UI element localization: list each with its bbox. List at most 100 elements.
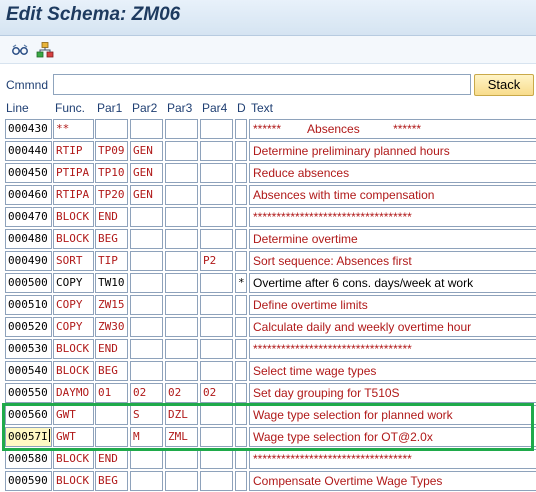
line-cell[interactable]: 000540 <box>5 361 52 381</box>
par4-cell[interactable] <box>200 449 233 469</box>
d-cell[interactable] <box>235 339 247 359</box>
par1-cell[interactable]: 01 <box>95 383 128 403</box>
d-cell[interactable] <box>235 251 247 271</box>
par1-cell[interactable]: BEG <box>95 471 128 491</box>
par2-cell[interactable] <box>130 251 163 271</box>
par3-cell[interactable] <box>165 361 198 381</box>
func-cell[interactable]: BLOCK <box>53 449 94 469</box>
par4-cell[interactable] <box>200 295 233 315</box>
par4-cell[interactable] <box>200 317 233 337</box>
par1-cell[interactable]: ZW15 <box>95 295 128 315</box>
par4-cell[interactable] <box>200 185 233 205</box>
par1-cell[interactable] <box>95 427 128 447</box>
par3-cell[interactable] <box>165 317 198 337</box>
text-cell[interactable]: Wage type selection for planned work <box>249 405 536 425</box>
par4-cell[interactable]: P2 <box>200 251 233 271</box>
text-cell[interactable]: Determine preliminary planned hours <box>249 141 536 161</box>
d-cell[interactable] <box>235 405 247 425</box>
func-cell[interactable]: COPY <box>53 317 94 337</box>
line-cell[interactable]: 000440 <box>5 141 52 161</box>
stack-button[interactable]: Stack <box>474 74 534 96</box>
par2-cell[interactable] <box>130 449 163 469</box>
par2-cell[interactable] <box>130 339 163 359</box>
par4-cell[interactable] <box>200 207 233 227</box>
par3-cell[interactable] <box>165 339 198 359</box>
par4-cell[interactable] <box>200 427 233 447</box>
text-cell[interactable]: Overtime after 6 cons. days/week at work <box>249 273 536 293</box>
par1-cell[interactable]: TW10 <box>95 273 128 293</box>
line-cell[interactable]: 000520 <box>5 317 52 337</box>
par1-cell[interactable]: TP20 <box>95 185 128 205</box>
par1-cell[interactable]: TP10 <box>95 163 128 183</box>
func-cell[interactable]: DAYMO <box>53 383 94 403</box>
text-cell[interactable]: Select time wage types <box>249 361 536 381</box>
text-cell[interactable]: ****** Absences ****** <box>249 119 536 139</box>
hierarchy-structure-icon[interactable] <box>36 41 54 59</box>
par1-cell[interactable]: END <box>95 207 128 227</box>
glasses-display-icon[interactable] <box>11 41 29 59</box>
par1-cell[interactable]: TIP <box>95 251 128 271</box>
par1-cell[interactable]: TP09 <box>95 141 128 161</box>
line-cell-current[interactable]: 00057I <box>5 427 52 447</box>
line-cell[interactable]: 000560 <box>5 405 52 425</box>
func-cell[interactable]: BLOCK <box>53 339 94 359</box>
par4-cell[interactable] <box>200 163 233 183</box>
func-cell[interactable]: GWT <box>53 427 94 447</box>
d-cell[interactable] <box>235 119 247 139</box>
par1-cell[interactable]: END <box>95 449 128 469</box>
line-cell[interactable]: 000490 <box>5 251 52 271</box>
par1-cell[interactable] <box>95 119 128 139</box>
par2-cell[interactable] <box>130 273 163 293</box>
func-cell[interactable]: COPY <box>53 295 94 315</box>
func-cell[interactable]: ** <box>53 119 94 139</box>
line-cell[interactable]: 000430 <box>5 119 52 139</box>
func-cell[interactable]: GWT <box>53 405 94 425</box>
par2-cell[interactable] <box>130 295 163 315</box>
text-cell[interactable]: Compensate Overtime Wage Types <box>249 471 536 491</box>
d-cell[interactable] <box>235 427 247 447</box>
d-cell[interactable] <box>235 361 247 381</box>
par3-cell[interactable] <box>165 229 198 249</box>
line-cell[interactable]: 000550 <box>5 383 52 403</box>
func-cell[interactable]: COPY <box>53 273 94 293</box>
d-cell[interactable] <box>235 207 247 227</box>
func-cell[interactable]: RTIPA <box>53 185 94 205</box>
line-cell[interactable]: 000480 <box>5 229 52 249</box>
par2-cell[interactable]: GEN <box>130 185 163 205</box>
d-cell[interactable] <box>235 383 247 403</box>
par3-cell[interactable] <box>165 141 198 161</box>
par1-cell[interactable] <box>95 405 128 425</box>
par2-cell[interactable] <box>130 471 163 491</box>
d-cell[interactable] <box>235 295 247 315</box>
text-cell[interactable]: Sort sequence: Absences first <box>249 251 536 271</box>
par2-cell[interactable] <box>130 361 163 381</box>
text-cell[interactable]: ********************************** <box>249 449 536 469</box>
par3-cell[interactable] <box>165 163 198 183</box>
par3-cell[interactable] <box>165 251 198 271</box>
par2-cell[interactable] <box>130 229 163 249</box>
d-cell[interactable] <box>235 471 247 491</box>
par1-cell[interactable]: ZW30 <box>95 317 128 337</box>
line-cell[interactable]: 000580 <box>5 449 52 469</box>
func-cell[interactable]: SORT <box>53 251 94 271</box>
par2-cell[interactable] <box>130 119 163 139</box>
text-cell[interactable]: ********************************** <box>249 207 536 227</box>
func-cell[interactable]: BLOCK <box>53 361 94 381</box>
par2-cell[interactable]: M <box>130 427 163 447</box>
par4-cell[interactable] <box>200 273 233 293</box>
par4-cell[interactable] <box>200 229 233 249</box>
command-input[interactable] <box>53 74 471 95</box>
d-cell[interactable] <box>235 449 247 469</box>
par3-cell[interactable] <box>165 273 198 293</box>
par3-cell[interactable] <box>165 185 198 205</box>
text-cell[interactable]: ********************************** <box>249 339 536 359</box>
line-cell[interactable]: 000500 <box>5 273 52 293</box>
par2-cell[interactable]: GEN <box>130 163 163 183</box>
par3-cell[interactable]: 02 <box>165 383 198 403</box>
line-cell[interactable]: 000530 <box>5 339 52 359</box>
func-cell[interactable]: BLOCK <box>53 471 94 491</box>
func-cell[interactable]: PTIPA <box>53 163 94 183</box>
par3-cell[interactable] <box>165 295 198 315</box>
par2-cell[interactable] <box>130 207 163 227</box>
par4-cell[interactable] <box>200 361 233 381</box>
